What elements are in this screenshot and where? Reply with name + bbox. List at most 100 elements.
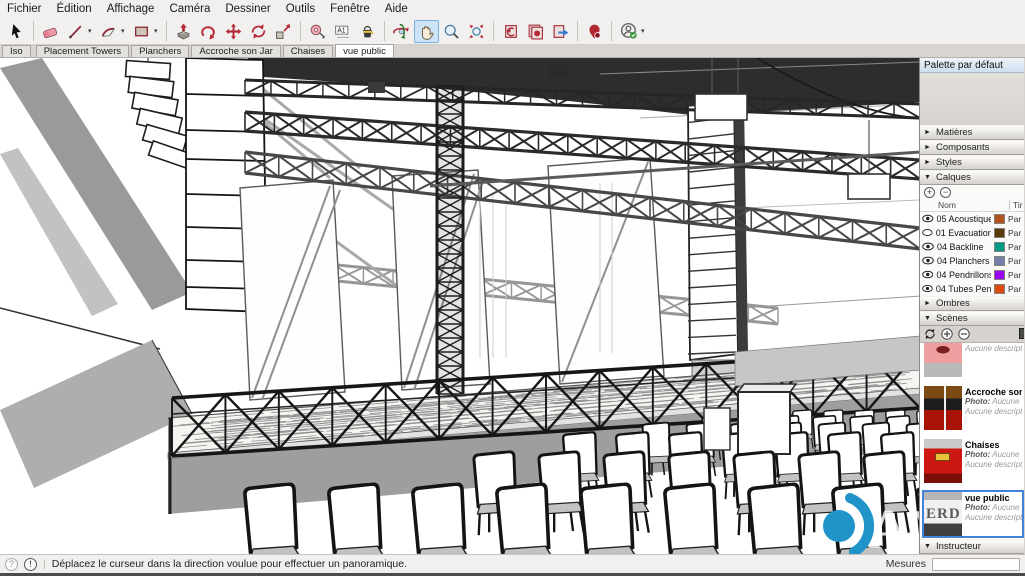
scene-item-chaises[interactable]: Chaises Photo: Aucune Aucune descriptio bbox=[922, 437, 1024, 485]
layer-color-swatch[interactable] bbox=[994, 214, 1005, 224]
svg-text:AMERD: AMERD bbox=[868, 499, 920, 554]
scene-item-planchers[interactable]: Photo: Aucune Aucune descriptio bbox=[922, 343, 1024, 379]
layer-dashes[interactable]: Par bbox=[1008, 214, 1024, 224]
column-tirets[interactable]: Tir bbox=[1009, 200, 1024, 210]
eraser-tool-button[interactable] bbox=[38, 20, 63, 43]
menu-edition[interactable]: Édition bbox=[57, 3, 92, 15]
line-tool-button[interactable] bbox=[63, 20, 88, 43]
tape-measure-tool-button[interactable] bbox=[305, 20, 330, 43]
layer-dashes[interactable]: Par bbox=[1008, 242, 1024, 252]
menu-aide[interactable]: Aide bbox=[385, 3, 408, 15]
layer-row[interactable]: 04 Tubes PendPar bbox=[920, 282, 1024, 296]
select-tool-button[interactable] bbox=[4, 20, 29, 43]
section-label: Ombres bbox=[936, 298, 970, 309]
toolbar: ▾ ▾ ▾ A1 ▾ bbox=[0, 18, 1025, 45]
layer-color-swatch[interactable] bbox=[994, 256, 1005, 266]
menu-fichier[interactable]: Fichier bbox=[7, 3, 42, 15]
section-composants[interactable]: ►Composants bbox=[920, 140, 1024, 155]
arc-dropdown-caret[interactable]: ▾ bbox=[121, 27, 129, 35]
move-tool-button[interactable] bbox=[221, 20, 246, 43]
move-icon bbox=[225, 23, 242, 40]
layer-dashes[interactable]: Par bbox=[1008, 284, 1024, 294]
menu-outils[interactable]: Outils bbox=[286, 3, 315, 15]
layer-row[interactable]: 01 EvacuationsPar bbox=[920, 226, 1024, 240]
eye-icon[interactable] bbox=[922, 256, 934, 265]
rectangle-tool-button[interactable] bbox=[129, 20, 154, 43]
menu-affichage[interactable]: Affichage bbox=[107, 3, 155, 15]
section-styles[interactable]: ►Styles bbox=[920, 155, 1024, 170]
account-button[interactable] bbox=[616, 20, 641, 43]
collapsed-arrow-icon: ► bbox=[924, 144, 932, 151]
text-tool-button[interactable]: A1 bbox=[330, 20, 355, 43]
previous-view-button[interactable] bbox=[498, 20, 523, 43]
remove-layer-button[interactable]: − bbox=[940, 187, 951, 198]
layer-row[interactable]: 04 PendrillonsPar bbox=[920, 268, 1024, 282]
measurements-input[interactable] bbox=[932, 558, 1020, 571]
export-scene-button[interactable] bbox=[548, 20, 573, 43]
eye-icon[interactable] bbox=[922, 214, 934, 223]
orbit-tool-button[interactable] bbox=[389, 20, 414, 43]
column-nom[interactable]: Nom bbox=[938, 200, 956, 210]
status-message: Déplacez le curseur dans la direction vo… bbox=[52, 558, 407, 570]
section-calques[interactable]: ▼Calques bbox=[920, 170, 1024, 185]
next-view-button[interactable] bbox=[523, 20, 548, 43]
rotate-tool-button[interactable] bbox=[246, 20, 271, 43]
pan-tool-button[interactable] bbox=[414, 20, 439, 43]
tab-iso[interactable]: Iso bbox=[2, 45, 31, 57]
push-pull-tool-button[interactable] bbox=[171, 20, 196, 43]
menu-fenetre[interactable]: Fenêtre bbox=[330, 3, 370, 15]
eye-icon[interactable] bbox=[922, 270, 933, 279]
add-scene-icon[interactable] bbox=[941, 328, 953, 340]
tab-planchers[interactable]: Planchers bbox=[131, 45, 189, 57]
section-instructeur[interactable]: ▼Instructeur bbox=[920, 539, 1024, 554]
tab-placement-towers[interactable]: Placement Towers bbox=[36, 45, 129, 57]
eye-icon[interactable] bbox=[922, 284, 933, 293]
info-circle-icon[interactable]: ! bbox=[24, 558, 37, 571]
eye-icon[interactable] bbox=[922, 228, 933, 237]
layer-row[interactable]: 04 BacklinePar bbox=[920, 240, 1024, 254]
remove-scene-icon[interactable] bbox=[958, 328, 970, 340]
zoom-tool-button[interactable] bbox=[439, 20, 464, 43]
line-dropdown-caret[interactable]: ▾ bbox=[88, 27, 96, 35]
layer-dashes[interactable]: Par bbox=[1008, 256, 1024, 266]
menu-camera[interactable]: Caméra bbox=[169, 3, 210, 15]
layer-color-swatch[interactable] bbox=[994, 242, 1005, 252]
tab-chaises[interactable]: Chaises bbox=[283, 45, 333, 57]
scene-item-vue-public[interactable]: ERD vue public Photo: Aucune Aucune desc… bbox=[922, 490, 1024, 538]
layer-row[interactable]: 04 PlanchersPar bbox=[920, 254, 1024, 268]
refresh-scene-icon[interactable] bbox=[924, 328, 936, 340]
section-matieres[interactable]: ►Matières bbox=[920, 125, 1024, 140]
help-circle-icon[interactable]: ? bbox=[5, 558, 18, 571]
eye-icon[interactable] bbox=[922, 242, 934, 251]
paint-bucket-tool-button[interactable] bbox=[355, 20, 380, 43]
zoom-extents-button[interactable] bbox=[464, 20, 489, 43]
arc-icon bbox=[100, 23, 117, 40]
add-layer-button[interactable]: + bbox=[924, 187, 935, 198]
follow-me-tool-button[interactable] bbox=[196, 20, 221, 43]
rectangle-dropdown-caret[interactable]: ▾ bbox=[154, 27, 162, 35]
section-scenes[interactable]: ▼Scènes bbox=[920, 311, 1024, 326]
divider: | bbox=[43, 558, 46, 570]
scene-item-accroche-son[interactable]: Accroche son J Photo: Aucune Aucune desc… bbox=[922, 384, 1024, 432]
scene-details-icon[interactable] bbox=[1019, 328, 1024, 339]
scene-name: vue public bbox=[965, 493, 1022, 503]
layer-row[interactable]: 05 AcoustiquePar bbox=[920, 212, 1024, 226]
layer-color-swatch[interactable] bbox=[994, 228, 1005, 238]
scene-description: Aucune descriptio bbox=[965, 407, 1022, 417]
menu-dessiner[interactable]: Dessiner bbox=[225, 3, 270, 15]
add-location-button[interactable] bbox=[582, 20, 607, 43]
add-location-icon bbox=[586, 23, 603, 40]
scale-tool-button[interactable] bbox=[271, 20, 296, 43]
layer-dashes[interactable]: Par bbox=[1008, 228, 1024, 238]
arc-tool-button[interactable] bbox=[96, 20, 121, 43]
tab-vue-public[interactable]: vue public bbox=[335, 44, 394, 57]
section-ombres[interactable]: ►Ombres bbox=[920, 296, 1024, 311]
account-dropdown-caret[interactable]: ▾ bbox=[641, 27, 649, 35]
rectangle-icon bbox=[133, 23, 150, 40]
layer-color-swatch[interactable] bbox=[994, 270, 1005, 280]
scene-tab-bar: Iso Placement Towers Planchers Accroche … bbox=[0, 45, 1025, 58]
tab-accroche-son-jar[interactable]: Accroche son Jar bbox=[191, 45, 280, 57]
layer-color-swatch[interactable] bbox=[994, 284, 1005, 294]
layer-dashes[interactable]: Par bbox=[1008, 270, 1024, 280]
viewport-3d[interactable]: AMERD bbox=[0, 58, 920, 554]
